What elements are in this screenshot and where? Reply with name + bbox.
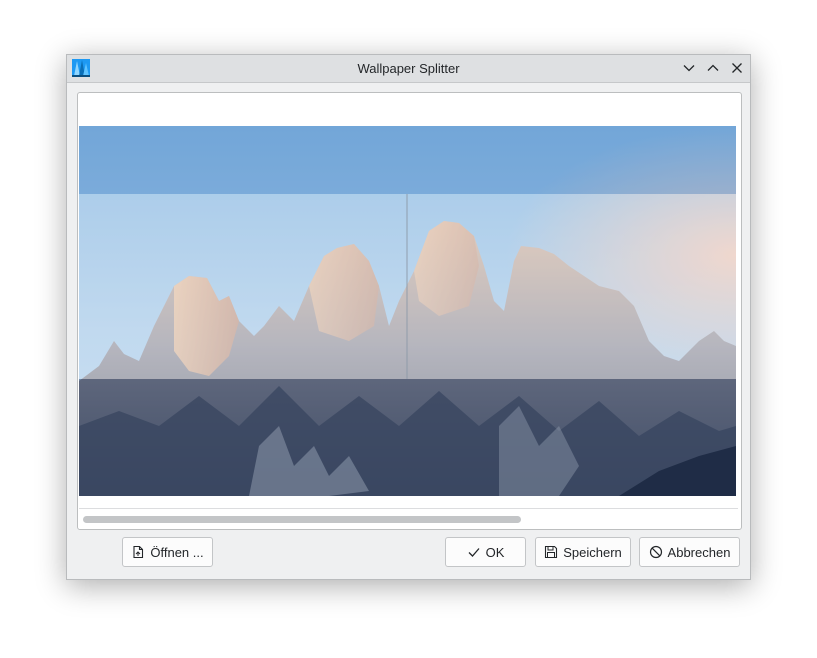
scrollbar-thumb[interactable] <box>83 516 521 523</box>
chevron-down-icon <box>683 65 695 72</box>
cancel-icon <box>649 545 662 559</box>
close-icon <box>732 63 742 73</box>
cancel-button-label: Abbrechen <box>667 544 731 560</box>
open-file-icon <box>133 545 144 559</box>
maximize-button[interactable] <box>704 59 722 77</box>
save-button[interactable]: Speichern <box>535 537 631 567</box>
checkmark-icon <box>468 548 480 557</box>
save-icon <box>545 545 558 559</box>
dialog-window: Wallpaper Splitter Öffnen ... OK Speiche… <box>66 54 751 580</box>
ok-button[interactable]: OK <box>445 537 526 567</box>
ok-button-label: OK <box>485 544 505 560</box>
close-button[interactable] <box>728 59 746 77</box>
open-button-label: Öffnen ... <box>150 544 204 560</box>
horizontal-scrollbar[interactable] <box>79 508 738 529</box>
open-button[interactable]: Öffnen ... <box>122 537 213 567</box>
minimize-button[interactable] <box>680 59 698 77</box>
image-canvas[interactable] <box>77 92 742 530</box>
window-title: Wallpaper Splitter <box>357 61 460 76</box>
save-button-label: Speichern <box>563 544 622 560</box>
title-bar[interactable]: Wallpaper Splitter <box>67 55 750 83</box>
wallpaper-image[interactable] <box>79 126 736 496</box>
chevron-up-icon <box>707 64 719 71</box>
cancel-button[interactable]: Abbrechen <box>639 537 740 567</box>
